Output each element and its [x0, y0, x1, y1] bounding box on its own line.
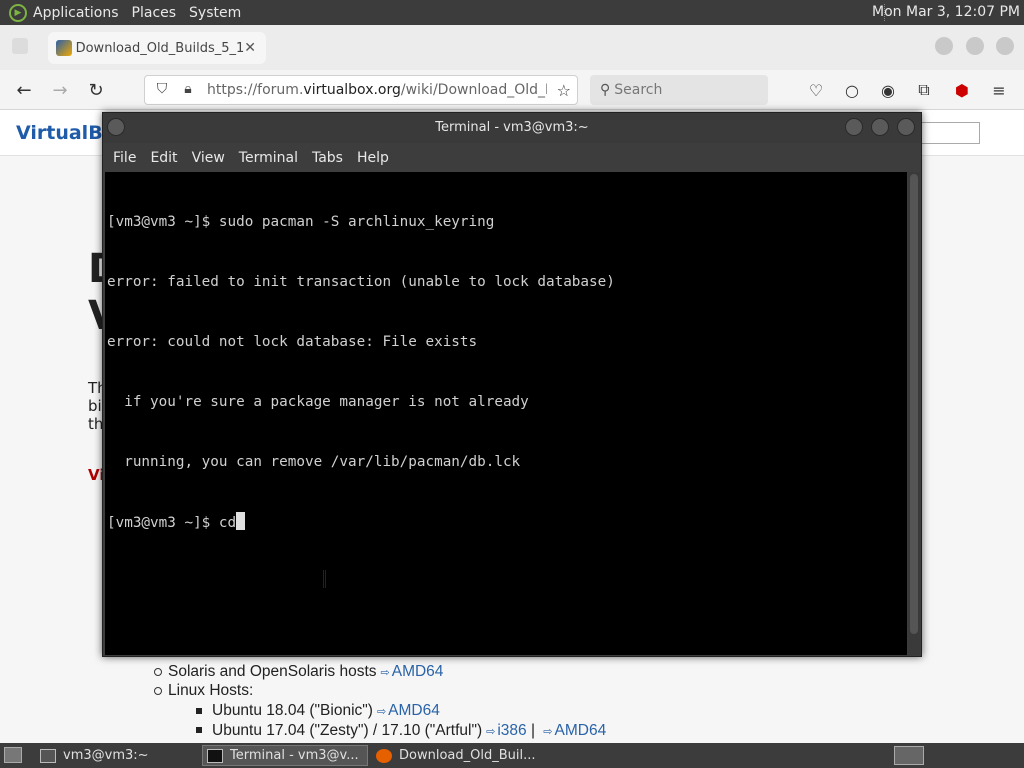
browser-nav-bar: ← → ↻ ⛉ 🔒︎ https://forum.virtualbox.org/…	[0, 70, 1024, 110]
terminal-window[interactable]: Terminal - vm3@vm3:~ File Edit View Term…	[102, 112, 922, 657]
menu-help[interactable]: Help	[357, 150, 389, 166]
terminal-scrollbar[interactable]	[908, 172, 920, 655]
ublock-icon[interactable]: ⬢	[951, 79, 973, 101]
terminal-text: [vm3@vm3 ~]$ sudo pacman -S archlinux_ke…	[107, 172, 615, 572]
download-link[interactable]: AMD64	[388, 702, 440, 719]
window-icon	[40, 748, 56, 763]
maximize-button[interactable]	[966, 37, 984, 55]
window-menu-button[interactable]	[107, 118, 125, 136]
taskbar-label: vm3@vm3:~	[63, 748, 149, 763]
bookmark-star-icon[interactable]: ☆	[557, 81, 571, 100]
output-line: running, you can remove /var/lib/pacman/…	[107, 454, 521, 470]
tab-title: Download_Old_Builds_5_1	[75, 40, 245, 56]
system-menu[interactable]: System	[189, 5, 241, 21]
list-item: Ubuntu 18.04 ("Bionic") ⇨ AMD64	[196, 702, 606, 722]
circle-icon[interactable]: ○	[841, 79, 863, 101]
minimize-button[interactable]	[845, 118, 863, 136]
output-line: if you're sure a package manager is not …	[107, 394, 529, 410]
maximize-button[interactable]	[871, 118, 889, 136]
output-line: error: failed to init transaction (unabl…	[107, 274, 615, 290]
minimize-button[interactable]	[935, 37, 953, 55]
firefox-icon	[376, 748, 392, 763]
terminal-menubar: File Edit View Terminal Tabs Help	[103, 143, 921, 172]
bottom-panel: vm3@vm3:~ Terminal - vm3@v... Download_O…	[0, 743, 1024, 768]
terminal-output[interactable]: [vm3@vm3 ~]$ sudo pacman -S archlinux_ke…	[105, 172, 907, 655]
linux-list: Ubuntu 18.04 ("Bionic") ⇨ AMD64 Ubuntu 17.…	[196, 702, 606, 741]
scrollbar-thumb[interactable]	[910, 174, 918, 634]
terminal-icon	[207, 748, 223, 763]
close-window-button[interactable]	[996, 37, 1014, 55]
download-link[interactable]: AMD64	[555, 722, 607, 739]
taskbar-item-firefox[interactable]: Download_Old_Buil...	[372, 745, 542, 766]
reload-icon[interactable]: ↻	[84, 78, 108, 102]
text-cursor	[236, 512, 246, 530]
show-desktop-icon[interactable]	[4, 747, 22, 763]
prompt-text: [vm3@vm3 ~]$ cd	[107, 515, 237, 531]
terminal-titlebar[interactable]: Terminal - vm3@vm3:~	[103, 113, 921, 143]
extensions-icon[interactable]: ⧉	[913, 79, 935, 101]
output-line: [vm3@vm3 ~]$ sudo pacman -S archlinux_ke…	[107, 214, 495, 230]
menu-edit[interactable]: Edit	[150, 150, 177, 166]
close-button[interactable]	[897, 118, 915, 136]
shield-icon[interactable]: ⛉	[153, 81, 171, 99]
taskbar-label: Download_Old_Buil...	[399, 748, 536, 763]
output-line: error: could not lock database: File exi…	[107, 334, 478, 350]
menu-view[interactable]: View	[192, 150, 225, 166]
host-link[interactable]: AMD64	[392, 663, 444, 680]
top-panel: ▶ Applications Places System Mon Mar 3, …	[0, 0, 1024, 25]
menu-file[interactable]: File	[113, 150, 136, 166]
intro-line-2: bi	[88, 397, 102, 415]
workspace-switcher[interactable]	[894, 746, 924, 765]
terminal-title: Terminal - vm3@vm3:~	[435, 120, 589, 135]
lock-icon[interactable]: 🔒︎	[179, 81, 197, 99]
tab-close-icon[interactable]: ✕	[244, 40, 256, 56]
list-item: Solaris and OpenSolaris hosts ⇨ AMD64	[154, 663, 443, 683]
applications-menu[interactable]: Applications	[33, 5, 119, 21]
distro-logo-icon[interactable]: ▶	[9, 3, 27, 22]
menu-tabs[interactable]: Tabs	[312, 150, 343, 166]
browser-tab-bar: Download_Old_Builds_5_1 ✕	[0, 25, 1024, 70]
menu-terminal[interactable]: Terminal	[239, 150, 298, 166]
prompt-line[interactable]: [vm3@vm3 ~]$ cd	[107, 512, 615, 532]
search-icon: ⚲	[600, 82, 611, 98]
tab-overview-icon[interactable]	[12, 38, 28, 54]
url-bar[interactable]: ⛉ 🔒︎ https://forum.virtualbox.org/wiki/D…	[144, 75, 578, 105]
list-item: Linux Hosts:	[154, 682, 443, 702]
taskbar-item-terminal[interactable]: Terminal - vm3@v...	[202, 745, 368, 766]
search-placeholder: Search	[614, 82, 663, 98]
places-menu[interactable]: Places	[132, 5, 177, 21]
favicon-icon	[56, 40, 72, 56]
search-bar[interactable]: ⚲ Search	[590, 75, 768, 105]
clock[interactable]: Mon Mar 3, 12:07 PM	[872, 4, 1020, 20]
pocket-icon[interactable]: ♡	[805, 79, 827, 101]
account-icon[interactable]: ◉	[877, 79, 899, 101]
forward-arrow-icon[interactable]: →	[48, 78, 72, 102]
download-link[interactable]: i386	[497, 722, 526, 739]
mouse-ibeam-cursor-icon	[323, 570, 326, 588]
site-logo[interactable]: VirtualB	[16, 122, 103, 144]
list-item: Ubuntu 17.04 ("Zesty") / 17.10 ("Artful"…	[196, 722, 606, 742]
browser-tab[interactable]: Download_Old_Builds_5_1 ✕	[48, 32, 266, 64]
back-arrow-icon[interactable]: ←	[12, 78, 36, 102]
url-text[interactable]: https://forum.virtualbox.org/wiki/Downlo…	[207, 82, 547, 98]
taskbar-label: Terminal - vm3@v...	[230, 748, 359, 763]
menu-hamburger-icon[interactable]: ≡	[988, 79, 1010, 101]
taskbar-item-vm3[interactable]: vm3@vm3:~	[36, 745, 196, 766]
